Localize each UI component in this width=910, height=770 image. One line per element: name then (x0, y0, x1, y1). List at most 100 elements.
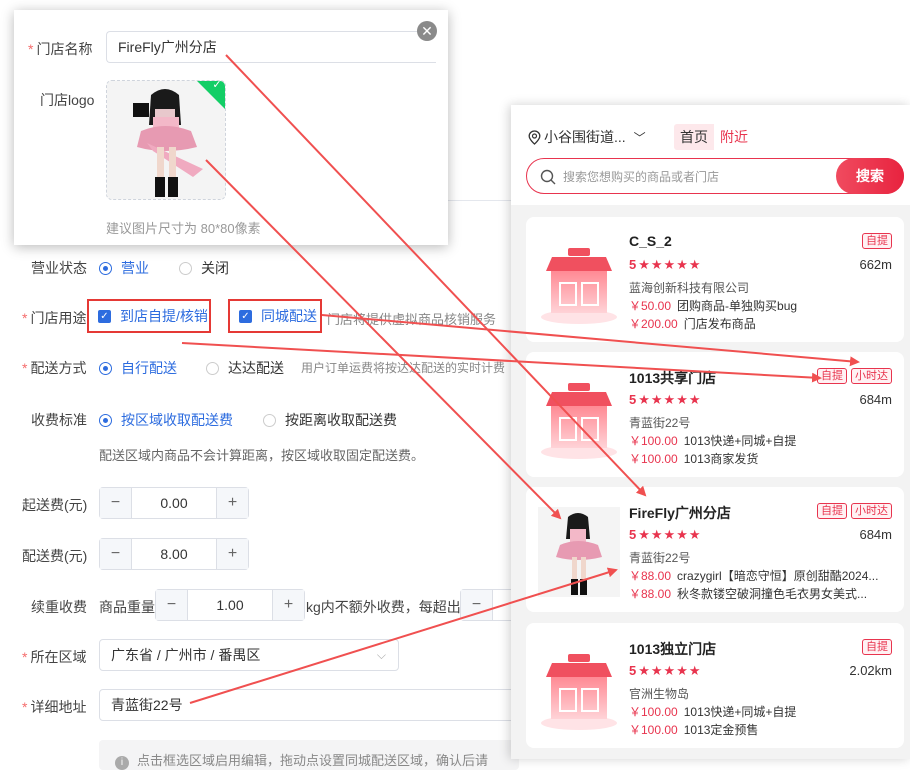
store-card[interactable]: 1013独立门店 自提 5 ★★★★★ 2.02km 官洲生物岛 ￥100.00 1… (526, 623, 904, 748)
store-card[interactable]: 1013共享门店 自提 小时达 5 ★★★★★ 684m 青蓝街22号 ￥100.0… (526, 352, 904, 477)
chevron-down-icon: ﹀ (633, 130, 646, 145)
store-tag: 小时达 (851, 503, 892, 519)
location-selector[interactable]: 小谷围街道... ﹀ (528, 127, 646, 147)
store-name: 1013共享门店 (629, 370, 717, 386)
star-icons: ★★★★★ (638, 257, 702, 272)
store-address: 蓝海创新科技有限公司 (629, 281, 750, 295)
fee-by-distance-radio[interactable]: 按距离收取配送费 (263, 410, 397, 430)
product-row[interactable]: ￥88.00 秋冬款镂空破洞撞色毛衣男女美式... (629, 585, 867, 602)
delivery-fee-label: 配送费(元) (22, 548, 88, 564)
store-info-popup: * 门店名称 FireFly广州分店 ✕ 门店logo ✓ 建议图片尺寸为 80*… (14, 10, 448, 245)
checkmark-icon: ✓ (98, 309, 111, 323)
status-open-radio[interactable]: 营业 (99, 258, 149, 278)
min-fee-value[interactable]: 0.00 (132, 488, 216, 518)
status-closed-radio[interactable]: 关闭 (179, 258, 229, 278)
product-row[interactable]: ￥100.00 1013定金预售 (629, 721, 758, 738)
store-icon (541, 654, 617, 730)
minus-icon[interactable]: − (156, 590, 188, 620)
store-distance: 684m (859, 527, 892, 542)
store-rating: 5 ★★★★★ (629, 527, 702, 542)
store-tag: 自提 (817, 503, 847, 519)
fee-standard-label: 收费标准 (31, 412, 87, 428)
delivery-fee-stepper[interactable]: − 8.00 + (99, 538, 249, 570)
status-label: 营业状态 (31, 260, 87, 276)
minus-icon[interactable]: − (100, 488, 132, 518)
mobile-header: 小谷围街道... ﹀ 首页 附近 搜索您想购买的商品或者门店 搜索 (511, 105, 910, 205)
product-row[interactable]: ￥100.00 1013快递+同城+自提 (629, 703, 796, 720)
minus-icon[interactable]: − (461, 590, 493, 620)
usage-pickup-checkbox[interactable]: ✓ 到店自提/核销 (87, 299, 211, 333)
plus-icon[interactable]: + (272, 590, 304, 620)
close-icon[interactable]: ✕ (417, 21, 437, 41)
logo-upload[interactable]: ✓ (106, 80, 226, 200)
product-row[interactable]: ￥100.00 1013快递+同城+自提 (629, 432, 796, 449)
logo-image (107, 81, 225, 199)
store-distance: 662m (859, 257, 892, 272)
store-name: FireFly广州分店 (629, 505, 731, 521)
delivery-hint: 用户订单运费将按达达配送的实时计费 (301, 361, 506, 375)
usage-hint: 门店将提供虚拟商品核销服务 (327, 312, 497, 327)
product-row[interactable]: ￥200.00 门店发布商品 (629, 315, 756, 332)
store-tag: 自提 (862, 639, 892, 655)
min-fee-stepper[interactable]: − 0.00 + (99, 487, 249, 519)
fee-by-area-radio[interactable]: 按区域收取配送费 (99, 410, 233, 430)
search-button[interactable]: 搜索 (836, 158, 904, 194)
store-rating: 5 ★★★★★ (629, 392, 702, 407)
usage-label: * 门店用途 (22, 310, 87, 326)
location-pin-icon (528, 129, 541, 145)
extra-weight-stepper[interactable]: − 1.00 + (155, 589, 305, 621)
checkmark-icon: ✓ (239, 309, 252, 323)
map-tip-box: i 点击框选区域启用编辑，拖动点设置同城配送区域，确认后请 (99, 740, 519, 770)
store-card[interactable]: FireFly广州分店 自提 小时达 5 ★★★★★ 684m 青蓝街22号 ￥88… (526, 487, 904, 612)
extra-weight-value[interactable]: 1.00 (188, 590, 272, 620)
store-name: C_S_2 (629, 233, 672, 249)
minus-icon[interactable]: − (100, 539, 132, 569)
search-input[interactable]: 搜索您想购买的商品或者门店 (563, 168, 719, 185)
store-tags: 自提 (862, 639, 892, 655)
store-rating: 5 ★★★★★ (629, 257, 702, 272)
delivery-label: * 配送方式 (22, 360, 87, 376)
product-row[interactable]: ￥100.00 1013商家发货 (629, 450, 758, 467)
extra-fee-prefix: 商品重量 (99, 599, 155, 615)
usage-delivery-checkbox[interactable]: ✓ 同城配送 (228, 299, 322, 333)
plus-icon[interactable]: + (216, 488, 248, 518)
store-card[interactable]: C_S_2 自提 5 ★★★★★ 662m 蓝海创新科技有限公司 ￥50.00 团购… (526, 217, 904, 342)
check-icon: ✓ (212, 80, 222, 92)
product-row[interactable]: ￥88.00 crazygirl【暗恋守恒】原创甜酷2024... (629, 567, 878, 584)
store-name-input[interactable]: FireFly广州分店 (106, 31, 436, 63)
store-tag: 自提 (862, 233, 892, 249)
extra-fee-label: 续重收费 (31, 599, 87, 615)
store-name: 1013独立门店 (629, 641, 717, 657)
store-name-label: * 门店名称 (28, 41, 93, 57)
region-select[interactable]: 广东省 / 广州市 / 番禺区 ⌵ (99, 639, 399, 671)
search-icon (540, 169, 556, 185)
store-tags: 自提 小时达 (817, 368, 892, 384)
store-tags: 自提 (862, 233, 892, 249)
store-logo-image (538, 507, 620, 597)
delivery-fee-value[interactable]: 8.00 (132, 539, 216, 569)
address-input[interactable]: 青蓝街22号 (99, 689, 519, 721)
store-tags: 自提 小时达 (817, 503, 892, 519)
product-row[interactable]: ￥50.00 团购商品-单独购买bug (629, 297, 797, 314)
store-distance: 2.02km (849, 663, 892, 678)
store-address: 青蓝街22号 (629, 551, 691, 565)
extra-fee-suffix: kg内不额外收费，每超出 (306, 599, 461, 615)
store-icon (541, 248, 617, 324)
store-logo-label: 门店logo (40, 92, 95, 108)
delivery-dada-radio[interactable]: 达达配送 (206, 358, 284, 378)
star-icons: ★★★★★ (638, 392, 702, 407)
logo-size-hint: 建议图片尺寸为 80*80像素 (106, 221, 261, 236)
tab-home[interactable]: 首页 (674, 124, 714, 150)
store-icon (541, 383, 617, 459)
fee-note: 配送区域内商品不会计算距离，按区域收取固定配送费。 (99, 448, 425, 463)
plus-icon[interactable]: + (216, 539, 248, 569)
min-fee-label: 起送费(元) (22, 497, 88, 513)
star-icons: ★★★★★ (638, 663, 702, 678)
store-distance: 684m (859, 392, 892, 407)
mobile-preview: 小谷围街道... ﹀ 首页 附近 搜索您想购买的商品或者门店 搜索 C_S_2 … (511, 105, 910, 759)
star-icons: ★★★★★ (638, 527, 702, 542)
search-bar[interactable]: 搜索您想购买的商品或者门店 搜索 (526, 158, 904, 194)
store-tag: 小时达 (851, 368, 892, 384)
delivery-self-radio[interactable]: 自行配送 (99, 358, 177, 378)
tab-nearby[interactable]: 附近 (714, 124, 754, 150)
